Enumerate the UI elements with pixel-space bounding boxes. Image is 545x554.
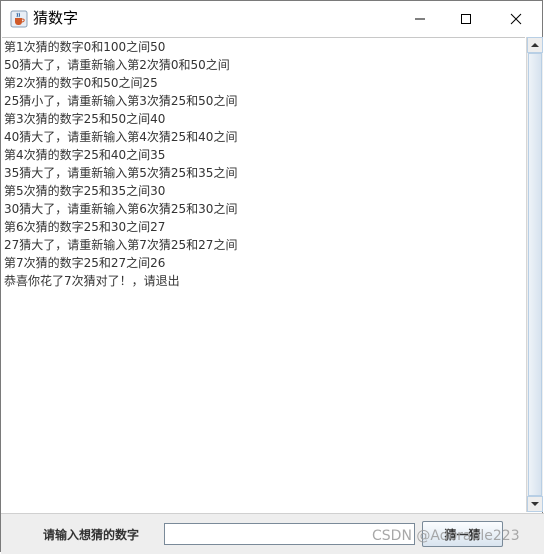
- log-line: 25猜小了，请重新输入第3次猜25和50之间: [4, 94, 238, 108]
- log-line: 30猜大了，请重新输入第6次猜25和30之间: [4, 202, 238, 216]
- window-title: 猜数字: [33, 9, 79, 27]
- log-line: 27猜大了，请重新输入第7次猜25和27之间: [4, 238, 238, 252]
- minimize-button[interactable]: [397, 1, 443, 36]
- java-cup-icon: [10, 10, 28, 28]
- log-line: 35猜大了，请重新输入第5次猜25和35之间: [4, 166, 238, 180]
- close-button[interactable]: [493, 1, 539, 36]
- minimize-icon: [415, 18, 425, 19]
- log-line: 第3次猜的数字25和50之间40: [4, 112, 166, 126]
- log-line: 40猜大了，请重新输入第4次猜25和40之间: [4, 130, 238, 144]
- log-line: 第7次猜的数字25和27之间26: [4, 256, 166, 270]
- log-line: 第2次猜的数字0和50之间25: [4, 76, 158, 90]
- guess-prompt-label: 请输入想猜的数字: [43, 528, 140, 542]
- scroll-track[interactable]: [527, 53, 543, 496]
- log-line: 50猜大了，请重新输入第2次猜0和50之间: [4, 58, 230, 72]
- log-line: 第4次猜的数字25和40之间35: [4, 148, 166, 162]
- scroll-thumb[interactable]: [528, 53, 542, 496]
- arrow-up-icon: [531, 43, 539, 47]
- log-line: 第6次猜的数字25和30之间27: [4, 220, 166, 234]
- close-icon: [510, 13, 522, 24]
- log-line: 第1次猜的数字0和100之间50: [4, 40, 166, 54]
- vertical-scrollbar[interactable]: [526, 37, 543, 512]
- maximize-icon: [461, 13, 471, 24]
- arrow-down-icon: [531, 502, 539, 506]
- log-line: 恭喜你花了7次猜对了！，请退出: [4, 274, 180, 288]
- csdn-watermark: CSDN @Adorable223: [372, 528, 520, 544]
- log-line: 第5次猜的数字25和35之间30: [4, 184, 166, 198]
- title-bar[interactable]: 猜数字: [1, 1, 542, 36]
- output-text-area[interactable]: 第1次猜的数字0和100之间50 50猜大了，请重新输入第2次猜0和50之间 第…: [2, 37, 525, 513]
- app-window: 猜数字 第1次猜的数字0和100之间50 50猜大了，请重新输入第2次猜0和50…: [0, 0, 544, 554]
- maximize-button[interactable]: [443, 1, 489, 36]
- scroll-up-button[interactable]: [527, 37, 543, 53]
- scroll-down-button[interactable]: [527, 496, 543, 512]
